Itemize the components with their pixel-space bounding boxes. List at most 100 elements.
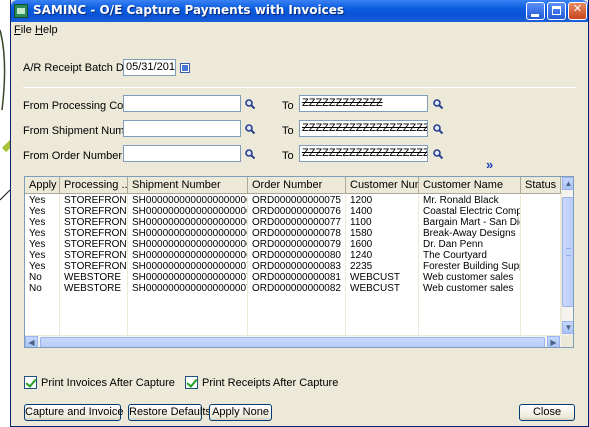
horizontal-scroll-thumb[interactable] — [40, 337, 545, 347]
table-row[interactable]: Yes STOREFRONT SH00000000000000000072 ORD00… — [25, 261, 561, 272]
menu-file[interactable]: File — [14, 24, 32, 36]
grid-cell — [60, 294, 128, 305]
grid-cell — [521, 228, 561, 239]
grid-cell: SH00000000000000000066 — [128, 217, 248, 228]
separator — [23, 87, 576, 88]
grid-cell — [521, 250, 561, 261]
vertical-scroll-thumb[interactable] — [562, 197, 573, 307]
grid-column-header[interactable]: Customer Number — [346, 177, 419, 194]
grid-cell: WEBCUST — [346, 283, 419, 294]
grid-header: Apply Processing ... Shipment Number Order … — [25, 177, 561, 194]
grid-cell: SH00000000000000000068 — [128, 239, 248, 250]
grid-cell — [346, 316, 419, 327]
shipment-number-to-search-icon[interactable] — [432, 123, 444, 135]
processing-code-from-search-icon[interactable] — [244, 98, 256, 110]
grid-cell: WEBSTORE — [60, 283, 128, 294]
order-number-from-search-icon[interactable] — [244, 148, 256, 160]
calendar-button[interactable] — [180, 63, 190, 73]
processing-code-from-field[interactable] — [123, 95, 241, 112]
table-row[interactable] — [25, 294, 561, 305]
scroll-left-icon[interactable]: ◀ — [25, 336, 38, 347]
shipments-grid[interactable]: Apply Processing ... Shipment Number Order … — [24, 176, 574, 348]
grid-column-header[interactable]: Apply — [25, 177, 60, 194]
horizontal-scrollbar[interactable]: ◀ ▶ — [25, 335, 561, 347]
table-row[interactable]: Yes STOREFRONT SH00000000000000000067 ORD00… — [25, 228, 561, 239]
maximize-button[interactable] — [547, 2, 566, 20]
grid-cell — [128, 305, 248, 316]
print-invoices-label[interactable]: Print Invoices After Capture — [41, 377, 175, 389]
grid-cell: No — [25, 283, 60, 294]
batch-date-field[interactable]: 05/31/2012 — [123, 59, 176, 76]
grid-cell — [521, 272, 561, 283]
order-number-to-search-icon[interactable] — [432, 148, 444, 160]
order-number-to-field[interactable]: ZZZZZZZZZZZZZZZZZZZZZZZ — [299, 145, 428, 162]
maximize-icon — [552, 6, 561, 15]
grid-cell: 1400 — [346, 206, 419, 217]
grid-cell: Coastal Electric Company — [419, 206, 521, 217]
shipment-number-from-field[interactable] — [123, 120, 241, 137]
table-row[interactable]: Yes STOREFRONT SH00000000000000000066 ORD00… — [25, 217, 561, 228]
shipment-number-to-field[interactable]: ZZZZZZZZZZZZZZZZZZZZZZZ — [299, 120, 428, 137]
app-icon — [14, 4, 28, 18]
grid-cell: STOREFRONT — [60, 250, 128, 261]
grid-column-header[interactable]: Shipment Number — [128, 177, 248, 194]
print-receipts-checkbox[interactable] — [185, 376, 198, 389]
scroll-down-icon[interactable]: ▼ — [562, 321, 573, 334]
order-number-from-field[interactable] — [123, 145, 241, 162]
vertical-scrollbar[interactable]: ▲ ▼ — [561, 177, 573, 335]
grid-cell: No — [25, 272, 60, 283]
grid-cell: WEBSTORE — [60, 272, 128, 283]
grid-cell: SH00000000000000000071 — [128, 283, 248, 294]
print-invoices-checkbox[interactable] — [24, 376, 37, 389]
scroll-right-icon[interactable]: ▶ — [547, 336, 560, 347]
grid-cell: Web customer sales — [419, 272, 521, 283]
title-bar[interactable]: SAMINC - O/E Capture Payments with Invoi… — [11, 0, 588, 22]
capture-and-invoice-button[interactable]: Capture and Invoice — [24, 404, 123, 421]
grid-cell — [25, 316, 60, 327]
close-icon: ✕ — [572, 2, 583, 15]
grid-cell: 1240 — [346, 250, 419, 261]
menu-help[interactable]: Help — [35, 24, 58, 36]
table-row[interactable]: No WEBSTORE SH00000000000000000070 ORD00000… — [25, 272, 561, 283]
grid-cell — [521, 206, 561, 217]
grid-cell — [248, 316, 346, 327]
more-criteria-button[interactable]: » — [486, 157, 493, 172]
close-button[interactable]: Close — [519, 404, 575, 421]
grid-cell: ORD000000000079 — [248, 239, 346, 250]
table-row[interactable] — [25, 305, 561, 316]
close-window-button[interactable]: ✕ — [568, 2, 587, 20]
print-receipts-label[interactable]: Print Receipts After Capture — [202, 377, 338, 389]
processing-code-to-search-icon[interactable] — [432, 98, 444, 110]
grid-column-header[interactable]: Status — [521, 177, 561, 194]
scroll-up-icon[interactable]: ▲ — [562, 177, 573, 190]
grid-column-header[interactable]: Customer Name — [419, 177, 521, 194]
table-row[interactable]: Yes STOREFRONT SH00000000000000000068 ORD00… — [25, 239, 561, 250]
shipment-number-from-search-icon[interactable] — [244, 123, 256, 135]
restore-defaults-button[interactable]: Restore Defaults — [128, 404, 211, 421]
table-row[interactable] — [25, 316, 561, 327]
table-row[interactable]: Yes STOREFRONT SH00000000000000000069 ORD00… — [25, 250, 561, 261]
minimize-button[interactable] — [526, 2, 545, 20]
table-row[interactable]: Yes STOREFRONT SH00000000000000000065 ORD00… — [25, 206, 561, 217]
grid-cell — [25, 305, 60, 316]
grid-cell — [25, 294, 60, 305]
apply-none-button[interactable]: Apply None — [209, 404, 272, 421]
grid-cell: Bargain Mart - San Diego — [419, 217, 521, 228]
grid-cell — [60, 316, 128, 327]
menu-bar: File Help — [11, 22, 588, 39]
grid-cell: STOREFRONT — [60, 239, 128, 250]
minimize-icon — [531, 14, 539, 17]
order-number-label: From Order Number — [23, 150, 123, 162]
table-row[interactable]: No WEBSTORE SH00000000000000000071 ORD00000… — [25, 283, 561, 294]
grid-cell: Yes — [25, 250, 60, 261]
grid-column-header[interactable]: Order Number — [248, 177, 346, 194]
processing-code-to-field[interactable]: ZZZZZZZZZZZZ — [299, 95, 428, 112]
grid-cell: ORD000000000082 — [248, 283, 346, 294]
table-row[interactable]: Yes STOREFRONT SH00000000000000000064 ORD00… — [25, 195, 561, 206]
grid-cell — [521, 239, 561, 250]
processing-code-to-label: To — [282, 100, 294, 112]
grid-cell: ORD000000000078 — [248, 228, 346, 239]
grid-column-header[interactable]: Processing ... — [60, 177, 128, 194]
grid-cell — [521, 316, 561, 327]
grid-cell: 1200 — [346, 195, 419, 206]
